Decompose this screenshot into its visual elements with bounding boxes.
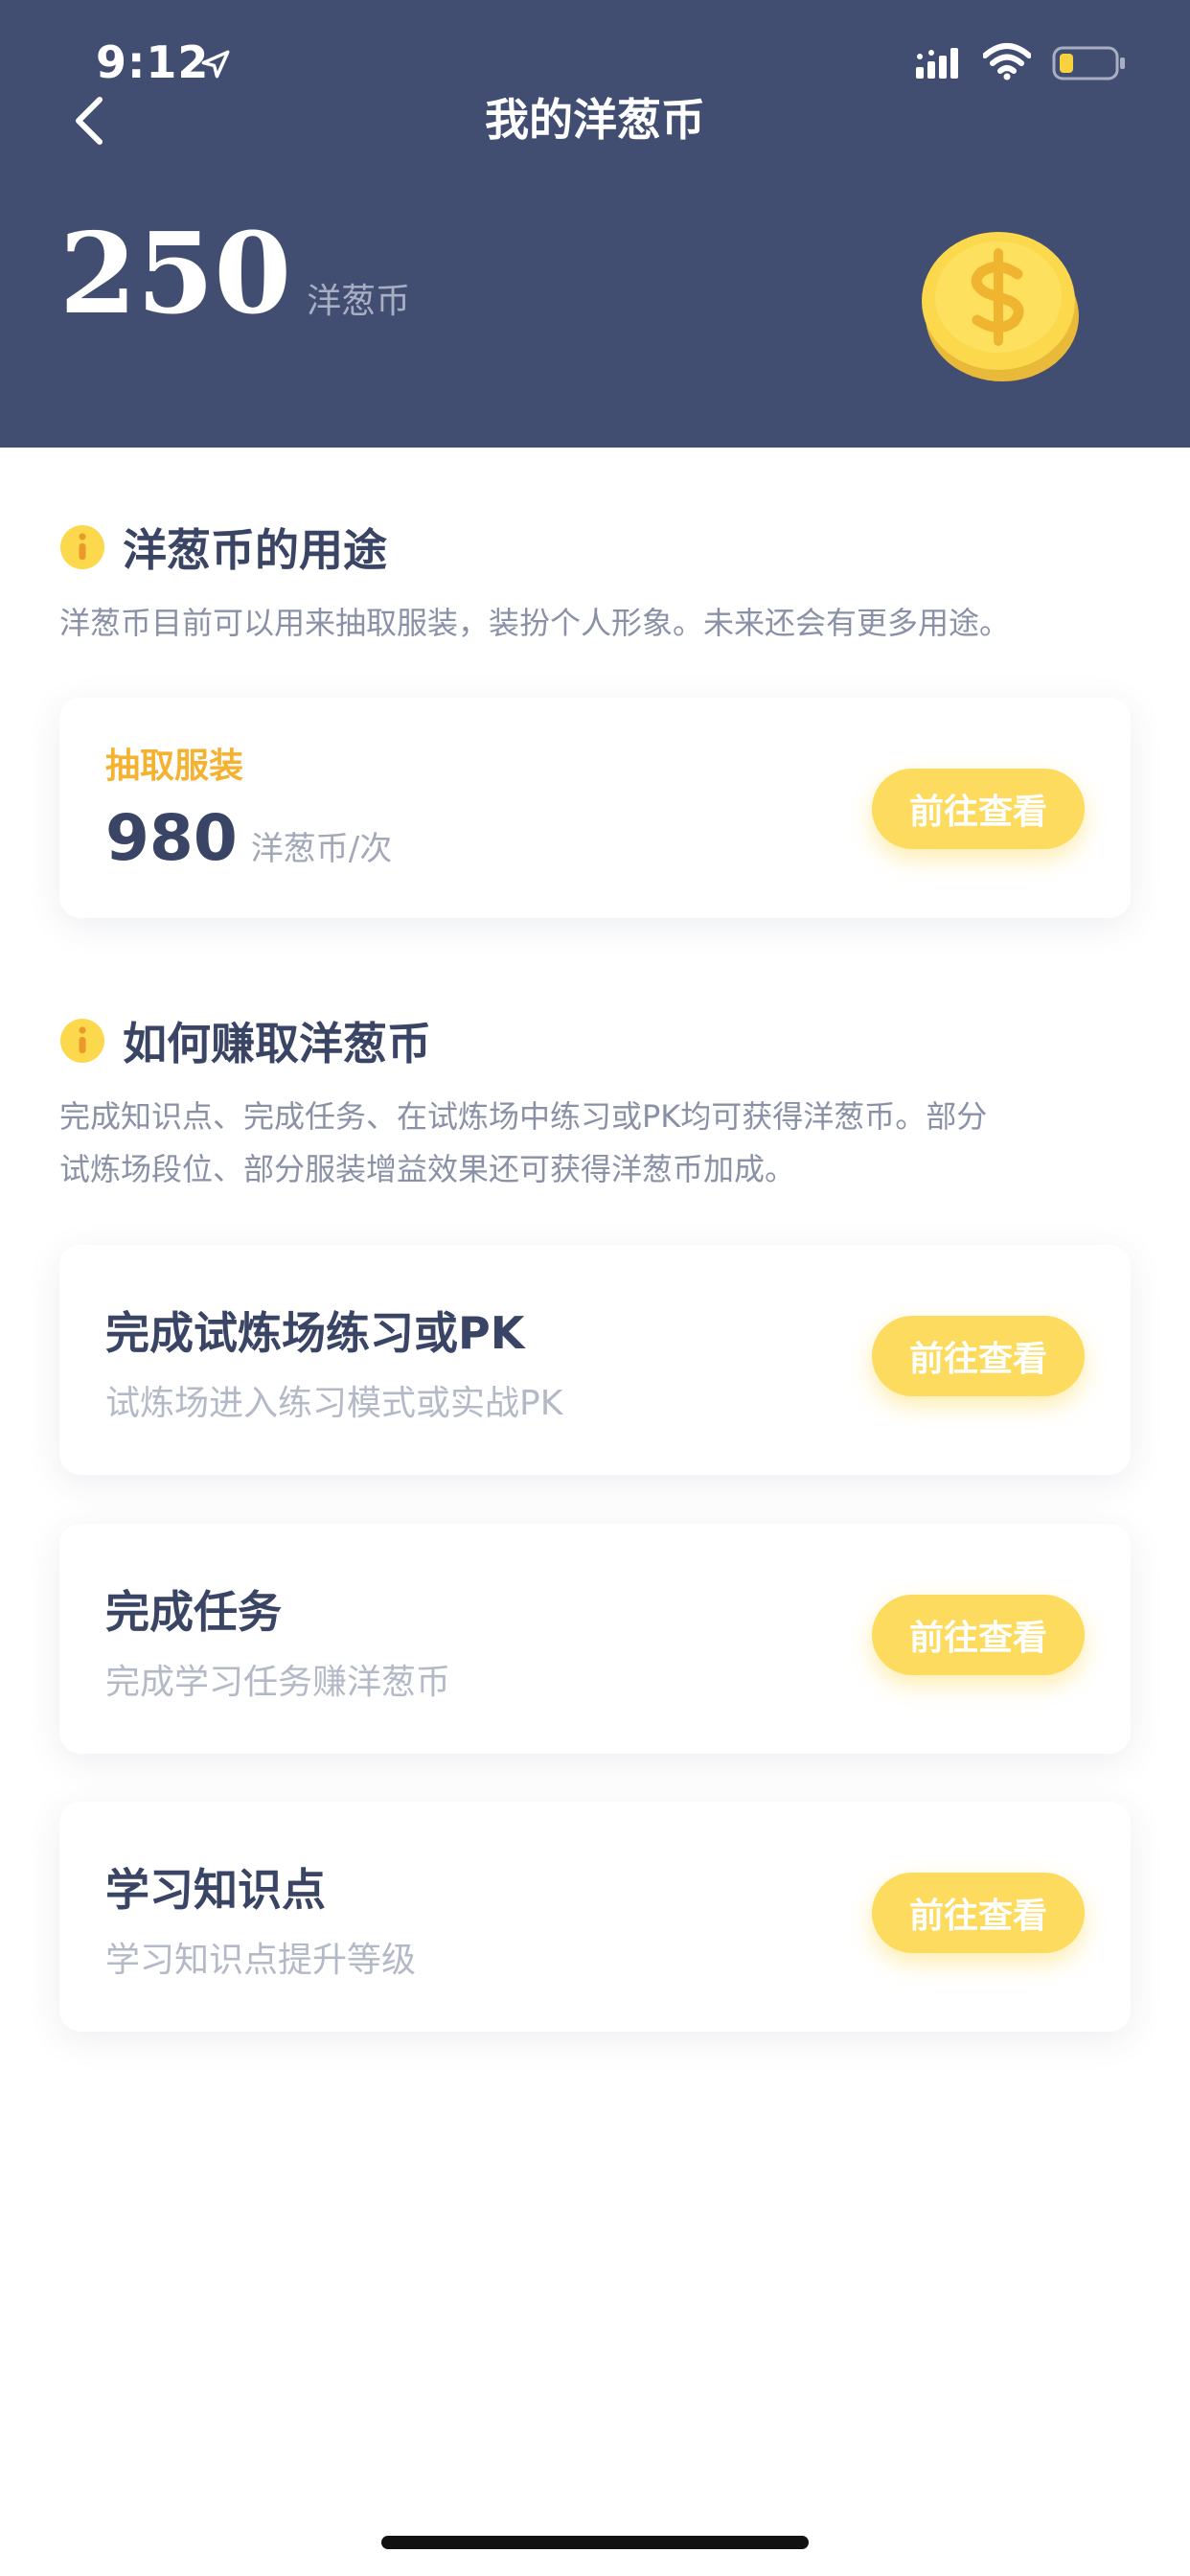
price: 980 洋葱币/次 (105, 801, 392, 875)
earn-item-card: 完成任务 完成学习任务赚洋葱币 前往查看 (59, 1524, 1131, 1754)
earn-item-subtitle: 学习知识点提升等级 (105, 1941, 417, 1980)
earn-item-title: 完成试炼场练习或PK (105, 1307, 525, 1359)
coin-icon (922, 232, 1079, 381)
page-title: 我的洋葱币 (485, 94, 705, 146)
view-knowledge-points-button[interactable]: 前往查看 (872, 1873, 1085, 1953)
status-time: 9:12 (96, 36, 210, 88)
earn-description-line2: 试炼场段位、部分服装增益效果还可获得洋葱币加成。 (59, 1151, 796, 1187)
earn-section-title: 如何赚取洋葱币 (59, 1009, 431, 1072)
price-value: 980 (105, 801, 238, 875)
draw-clothing-card: 抽取服装 980 洋葱币/次 前往查看 (59, 698, 1131, 918)
earn-item-title: 完成任务 (105, 1586, 282, 1638)
earn-item-subtitle: 试炼场进入练习模式或实战PK (105, 1384, 563, 1423)
usage-section-title: 洋葱币的用途 (59, 516, 387, 579)
earn-item-card: 学习知识点 学习知识点提升等级 前往查看 (59, 1802, 1131, 2032)
page: 9:12 我的洋葱币 250 洋葱币 洋葱币的用途 洋葱币目前可以用来抽取服装，… (0, 0, 1190, 2576)
header: 9:12 我的洋葱币 250 洋葱币 (0, 0, 1190, 448)
earn-item-subtitle: 完成学习任务赚洋葱币 (105, 1663, 451, 1702)
battery-icon (1052, 46, 1125, 80)
balance-unit: 洋葱币 (307, 282, 411, 321)
earn-description-line1: 完成知识点、完成任务、在试炼场中练习或PK均可获得洋葱币。部分 (59, 1098, 988, 1135)
earn-item-card: 完成试炼场练习或PK 试炼场进入练习模式或实战PK 前往查看 (59, 1245, 1131, 1475)
balance-value: 250 (59, 209, 292, 339)
location-arrow-icon (201, 50, 230, 79)
view-draw-clothing-button[interactable]: 前往查看 (872, 769, 1085, 849)
info-icon (60, 1019, 104, 1063)
earn-item-title: 学习知识点 (105, 1864, 326, 1916)
home-indicator[interactable] (381, 2536, 809, 2549)
usage-description: 洋葱币目前可以用来抽取服装，装扮个人形象。未来还会有更多用途。 (59, 605, 1011, 641)
signal-icon (916, 48, 958, 79)
wifi-icon (983, 43, 1031, 80)
price-unit: 洋葱币/次 (250, 830, 393, 868)
view-trial-practice-button[interactable]: 前往查看 (872, 1316, 1085, 1396)
balance: 250 洋葱币 (59, 218, 410, 330)
view-tasks-button[interactable]: 前往查看 (872, 1595, 1085, 1675)
earn-section-title-text: 如何赚取洋葱币 (123, 1018, 431, 1070)
info-icon (60, 525, 104, 569)
card-label: 抽取服装 (105, 747, 244, 786)
usage-section-title-text: 洋葱币的用途 (123, 524, 387, 576)
